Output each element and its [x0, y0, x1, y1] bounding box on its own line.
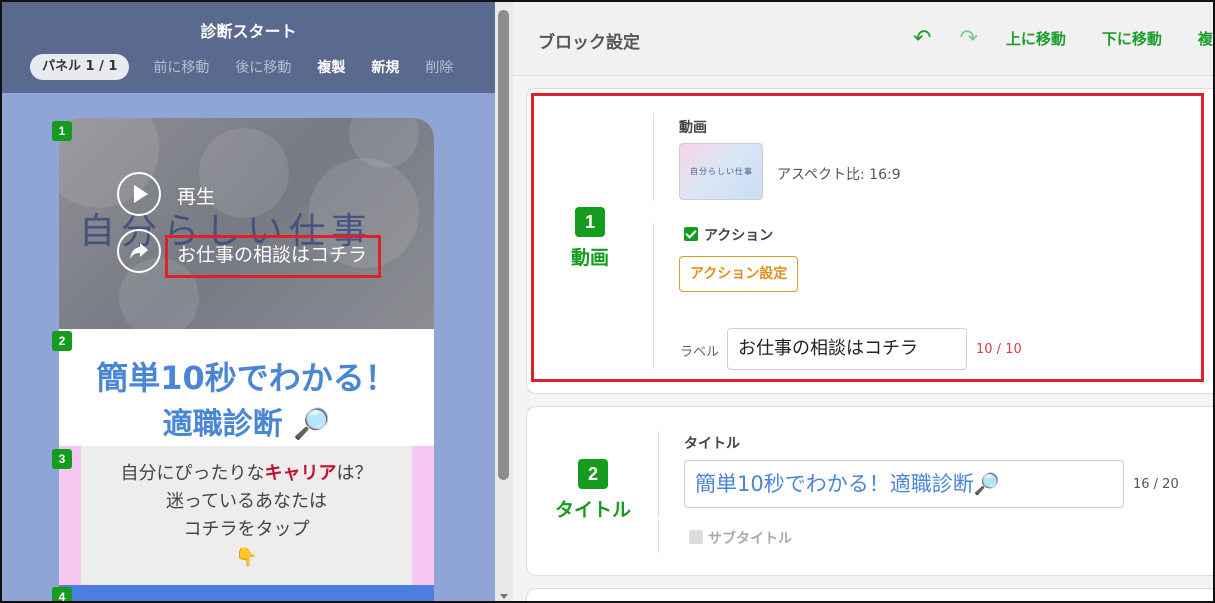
title-field-label: タイトル — [684, 436, 740, 452]
scroll-down-icon[interactable] — [500, 594, 508, 599]
block-4[interactable] — [59, 585, 434, 601]
title-input-value: 簡単10秒でわかる！適職診断 — [695, 472, 974, 496]
video-block[interactable]: 自分らしい仕事 再生 お仕事の相談はコチラ — [59, 118, 434, 338]
more-actions-button[interactable]: 複 — [1198, 28, 1213, 49]
panel-indicator[interactable]: パネル 1 / 1 — [30, 54, 130, 80]
magnifier-icon: 🔎 — [973, 472, 1000, 496]
block-number-badge: 4 — [52, 587, 72, 601]
settings-header: ブロック設定 ↶ ↷ 上に移動 下に移動 複 — [513, 2, 1213, 76]
magnifier-icon: 🔎 — [293, 407, 331, 442]
block-settings-card-2: 2 タイトル タイトル 簡単10秒でわかる！適職診断🔎 16 / 20 サブタイ… — [526, 406, 1213, 576]
settings-title: ブロック設定 — [538, 33, 640, 53]
subtitle-checkbox[interactable] — [689, 530, 703, 544]
block-number-badge: 1 — [52, 121, 72, 141]
card-number-badge: 2 — [578, 459, 608, 489]
highlight-box — [165, 235, 381, 278]
title-block[interactable]: 簡単10秒でわかる！ 適職診断 🔎 — [59, 329, 434, 446]
duplicate-button[interactable]: 複製 — [317, 57, 345, 77]
block-number-badge: 2 — [52, 331, 72, 351]
move-next-button[interactable]: 後に移動 — [235, 57, 291, 77]
move-down-button[interactable]: 下に移動 — [1102, 28, 1162, 49]
preview-header: 診断スタート パネル 1 / 1 前に移動 後に移動 複製 新規 削除 — [2, 2, 495, 93]
text-block-content: 自分にぴったりなキャリアは？ 迷っているあなたは コチラをタップ 👇 — [81, 446, 412, 585]
title-counter: 16 / 20 — [1133, 477, 1179, 492]
text-line-1: 自分にぴったりなキャリアは？ — [120, 463, 373, 484]
title-line-2: 適職診断 🔎 — [162, 407, 331, 442]
share-arrow-icon[interactable] — [117, 229, 161, 273]
text-line-2: 迷っているあなたは — [165, 491, 328, 512]
card-type-label: 2 タイトル — [547, 459, 639, 522]
title-input[interactable]: 簡単10秒でわかる！適職診断🔎 — [684, 460, 1124, 508]
block-number-badge: 3 — [52, 449, 72, 469]
move-up-button[interactable]: 上に移動 — [1006, 28, 1066, 49]
redo-icon[interactable]: ↷ — [959, 26, 977, 51]
text-line-3: コチラをタップ — [183, 519, 310, 540]
scrollbar-thumb[interactable] — [498, 10, 509, 480]
block-settings-card-3 — [526, 588, 1213, 601]
play-icon[interactable] — [117, 172, 161, 216]
settings-panel: ブロック設定 ↶ ↷ 上に移動 下に移動 複 1 動画 動画 自分らしい仕事 ア… — [513, 2, 1213, 601]
settings-actions: ↶ ↷ 上に移動 下に移動 複 — [913, 26, 1213, 51]
title-line-1: 簡単10秒でわかる！ — [96, 359, 397, 397]
preview-toolbar: パネル 1 / 1 前に移動 後に移動 複製 新規 削除 — [30, 54, 453, 80]
page-title: 診断スタート — [200, 22, 297, 41]
preview-panel: 診断スタート パネル 1 / 1 前に移動 後に移動 複製 新規 削除 自分らし… — [2, 2, 495, 601]
preview-scrollbar[interactable] — [495, 2, 513, 601]
card-type-text: タイトル — [554, 499, 631, 521]
subtitle-checkbox-label: サブタイトル — [708, 531, 792, 547]
mobile-preview: 自分らしい仕事 再生 お仕事の相談はコチラ 簡単10秒でわかる！ 適職診断 🔎 — [59, 118, 434, 601]
divider — [658, 519, 659, 553]
highlight-box — [531, 93, 1204, 382]
screen: 診断スタート パネル 1 / 1 前に移動 後に移動 複製 新規 削除 自分らし… — [0, 0, 1215, 603]
divider — [658, 431, 659, 517]
text-block[interactable]: 自分にぴったりなキャリアは？ 迷っているあなたは コチラをタップ 👇 — [59, 446, 434, 585]
move-prev-button[interactable]: 前に移動 — [153, 57, 209, 77]
pointing-down-icon: 👇 — [235, 547, 258, 568]
delete-button[interactable]: 削除 — [425, 57, 453, 77]
new-button[interactable]: 新規 — [371, 57, 399, 77]
play-label: 再生 — [177, 186, 216, 208]
undo-icon[interactable]: ↶ — [913, 26, 931, 51]
